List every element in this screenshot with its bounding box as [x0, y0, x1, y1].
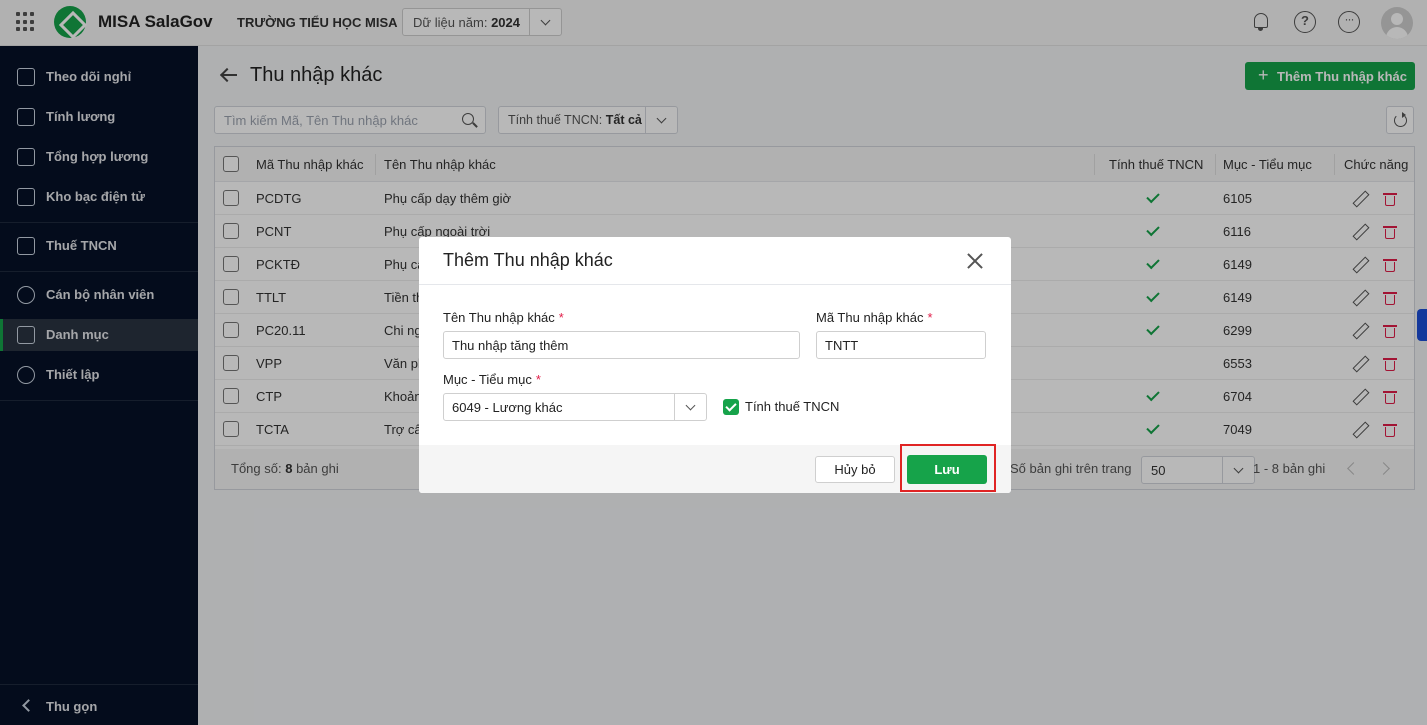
close-icon[interactable] — [965, 251, 985, 271]
dialog-title: Thêm Thu nhập khác — [443, 250, 613, 270]
cancel-button[interactable]: Hủy bỏ — [815, 456, 895, 483]
dialog-divider — [419, 284, 1011, 285]
muc-chevron[interactable] — [674, 394, 706, 420]
required-mark: * — [927, 310, 933, 325]
code-field[interactable] — [816, 331, 986, 359]
required-mark: * — [535, 372, 541, 387]
muc-field-label: Mục - Tiểu mục * — [443, 372, 541, 387]
muc-select[interactable]: 6049 - Lương khác — [443, 393, 707, 421]
name-field-label: Tên Thu nhập khác * — [443, 310, 564, 325]
name-field[interactable] — [443, 331, 800, 359]
required-mark: * — [558, 310, 564, 325]
save-button-highlight — [900, 444, 996, 492]
muc-select-value: 6049 - Lương khác — [452, 400, 563, 415]
chevron-down-icon — [685, 400, 696, 411]
taxable-checkbox-label[interactable]: Tính thuế TNCN — [745, 399, 839, 414]
taxable-checkbox[interactable] — [723, 399, 739, 415]
code-field-label: Mã Thu nhập khác * — [816, 310, 933, 325]
